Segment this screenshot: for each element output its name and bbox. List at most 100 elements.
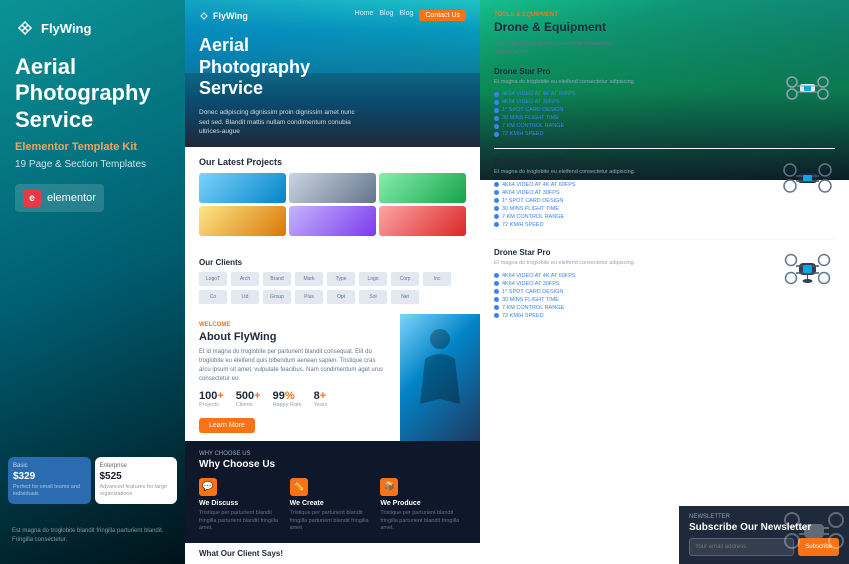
project-thumb-1 — [199, 173, 286, 203]
mid-nav-links: Home Blog Blog Contact Us — [355, 10, 466, 21]
clients-say-section: What Our Client Says! — [185, 543, 480, 564]
drone-desc-0: Et magna do troglobite eu eleifend conse… — [494, 79, 772, 87]
drone-name-1: Drone Star Pro 1.0 — [494, 157, 772, 166]
right-section-desc: Sed magna do troglobite eu eleifend cons… — [494, 40, 614, 57]
price-label-basic: Basic — [13, 463, 86, 469]
drone-desc-1: Et magna do troglobite eu eleifend conse… — [494, 169, 772, 177]
projects-section: Our Latest Projects — [185, 147, 480, 252]
drone-svg-1 — [780, 157, 835, 197]
mid-hero-desc: Donec adipiscing dignissim proin digniss… — [199, 108, 359, 137]
stats-row: 100+ Projects 500+ Clients 99% Happy Rat… — [199, 390, 386, 408]
drone-name-2: Drone Star Pro — [494, 248, 772, 257]
why-card-desc-0: Tristique per parturient blandit fringil… — [199, 510, 285, 533]
projects-title: Our Latest Projects — [199, 157, 466, 167]
client-logo-1: LogoT — [199, 272, 227, 286]
client-logo-12: Plus — [295, 290, 323, 304]
hero-title: Aerial Photography Service — [15, 54, 170, 133]
mid-nav-blog2[interactable]: Blog — [399, 10, 413, 21]
hero-description: 19 Page & Section Templates — [15, 159, 170, 170]
drone-desc-2: Et magna do troglobite eu eleifend conse… — [494, 260, 772, 268]
drone-spec-2-4: 7 KM CONTROL RANGE — [494, 304, 772, 312]
client-logo-6: Logo — [359, 272, 387, 286]
client-logo-7: Corp — [391, 272, 419, 286]
drone-image-2 — [780, 248, 835, 288]
client-logo-14: Sol — [359, 290, 387, 304]
elementor-text: elementor — [47, 192, 96, 204]
about-why-row: WELCOME About FlyWing Et id magna do tro… — [185, 314, 480, 441]
stat-rate-label: Happy Rate — [273, 402, 302, 408]
mid-nav-cta[interactable]: Contact Us — [419, 10, 466, 21]
about-btn[interactable]: Learn More — [199, 418, 255, 433]
person-silhouette — [400, 314, 480, 414]
right-section-title: Drone & Equipment — [494, 20, 835, 34]
drone-image-0 — [780, 67, 835, 107]
why-card-desc-1: Tristique per parturient blandit fringil… — [290, 510, 376, 533]
left-panel: FlyWing Aerial Photography Service Eleme… — [0, 0, 185, 564]
stat-clients: 500+ Clients — [236, 390, 261, 408]
drone-spec-2-5: 72 KM/H SPEED — [494, 312, 772, 320]
stat-rate: 99% Happy Rate — [273, 390, 302, 408]
about-title: About FlyWing — [199, 331, 386, 343]
left-bottom-text: Est magna do troglobite blandit fringill… — [12, 527, 173, 544]
drone-svg-0 — [780, 67, 835, 107]
why-icon-produce: 📦 — [384, 481, 395, 492]
price-label-enterprise: Enterprise — [100, 463, 173, 469]
why-card-title-0: We Discuss — [199, 500, 285, 507]
stat-rate-number: 99% — [273, 390, 302, 402]
drone-spec-1-2: 1° SPOT CARD DESIGN — [494, 197, 772, 205]
about-section: WELCOME About FlyWing Et id magna do tro… — [185, 314, 400, 441]
stat-projects: 100+ Projects — [199, 390, 224, 408]
stat-projects-number: 100+ — [199, 390, 224, 402]
why-title: Why Choose Us — [199, 459, 466, 470]
flywing-icon — [15, 18, 35, 38]
main-container: FlyWing Aerial Photography Service Eleme… — [0, 0, 849, 564]
drone-spec-1-0: 4K64 VIDEO AT 4K AT 60FPS — [494, 181, 772, 189]
project-thumb-4 — [199, 206, 286, 236]
drone-specs-1: 4K64 VIDEO AT 4K AT 60FPS 4K64 VIDEO AT … — [494, 181, 772, 229]
project-thumb-5 — [289, 206, 376, 236]
client-logo-9: Co — [199, 290, 227, 304]
client-logo-10: Ltd — [231, 290, 259, 304]
drone-spec-1-1: 4K64 VIDEO AT 30FPS — [494, 189, 772, 197]
clients-say-title: What Our Client Says! — [199, 549, 466, 558]
drone-spec-0-3: 30 MINS FLIGHT TIME — [494, 114, 772, 122]
brand-logo: FlyWing — [15, 18, 170, 38]
drone-spec-1-3: 30 MINS FLIGHT TIME — [494, 205, 772, 213]
drone-spec-1-5: 72 KM/H SPEED — [494, 221, 772, 229]
project-thumb-6 — [379, 206, 466, 236]
why-card-icon-0: 💬 — [199, 478, 217, 496]
why-card-1: ✏️ We Create Tristique per parturient bl… — [290, 478, 376, 533]
drone-product-1: Drone Star Pro 1.0 Et magna do troglobit… — [494, 157, 835, 229]
client-logo-15: Net — [391, 290, 419, 304]
clients-section: Our Clients LogoT Arch Brand Mark Type L… — [185, 252, 480, 314]
why-card-icon-1: ✏️ — [290, 478, 308, 496]
drone-info-0: Drone Star Pro Et magna do troglobite eu… — [494, 67, 772, 139]
mid-hero-title: Aerial Photography Service — [199, 35, 319, 100]
price-card-basic[interactable]: Basic $329 Perfect for small teams and i… — [8, 457, 91, 504]
client-logo-13: Opt — [327, 290, 355, 304]
drone-spec-0-5: 72 KM/H SPEED — [494, 130, 772, 138]
drone-image-1 — [780, 157, 835, 197]
client-logo-5: Type — [327, 272, 355, 286]
project-thumb-3 — [379, 173, 466, 203]
price-desc-basic: Perfect for small teams and individuals — [13, 484, 86, 498]
why-card-icon-2: 📦 — [380, 478, 398, 496]
clients-grid: LogoT Arch Brand Mark Type Logo Corp Inc… — [199, 272, 466, 304]
drone-spec-0-4: 7 KM CONTROL RANGE — [494, 122, 772, 130]
right-content: TOOLS & EQUIPMENT Drone & Equipment Sed … — [480, 0, 849, 342]
price-value-basic: $329 — [13, 471, 86, 482]
why-section: WHY CHOOSE US Why Choose Us 💬 We Discuss… — [185, 441, 480, 543]
why-card-0: 💬 We Discuss Tristique per parturient bl… — [199, 478, 285, 533]
middle-top-hero: FlyWing Home Blog Blog Contact Us Aerial… — [185, 0, 480, 147]
project-thumb-2 — [289, 173, 376, 203]
mid-brand-name: FlyWing — [213, 11, 248, 21]
left-content: FlyWing Aerial Photography Service Eleme… — [0, 0, 185, 230]
drone-spec-0-1: 4K64 VIDEO AT 30FPS — [494, 98, 772, 106]
why-label: WHY CHOOSE US — [199, 451, 466, 457]
drone-product-2: Drone Star Pro Et magna do troglobite eu… — [494, 248, 835, 320]
mid-nav-home[interactable]: Home — [355, 10, 374, 21]
mid-nav-blog[interactable]: Blog — [379, 10, 393, 21]
price-card-enterprise[interactable]: Enterprise $525 Advanced features for la… — [95, 457, 178, 504]
newsletter-section: NEWSLETTER Subscribe Our Newsletter Subs… — [679, 506, 849, 564]
projects-grid — [199, 173, 466, 236]
